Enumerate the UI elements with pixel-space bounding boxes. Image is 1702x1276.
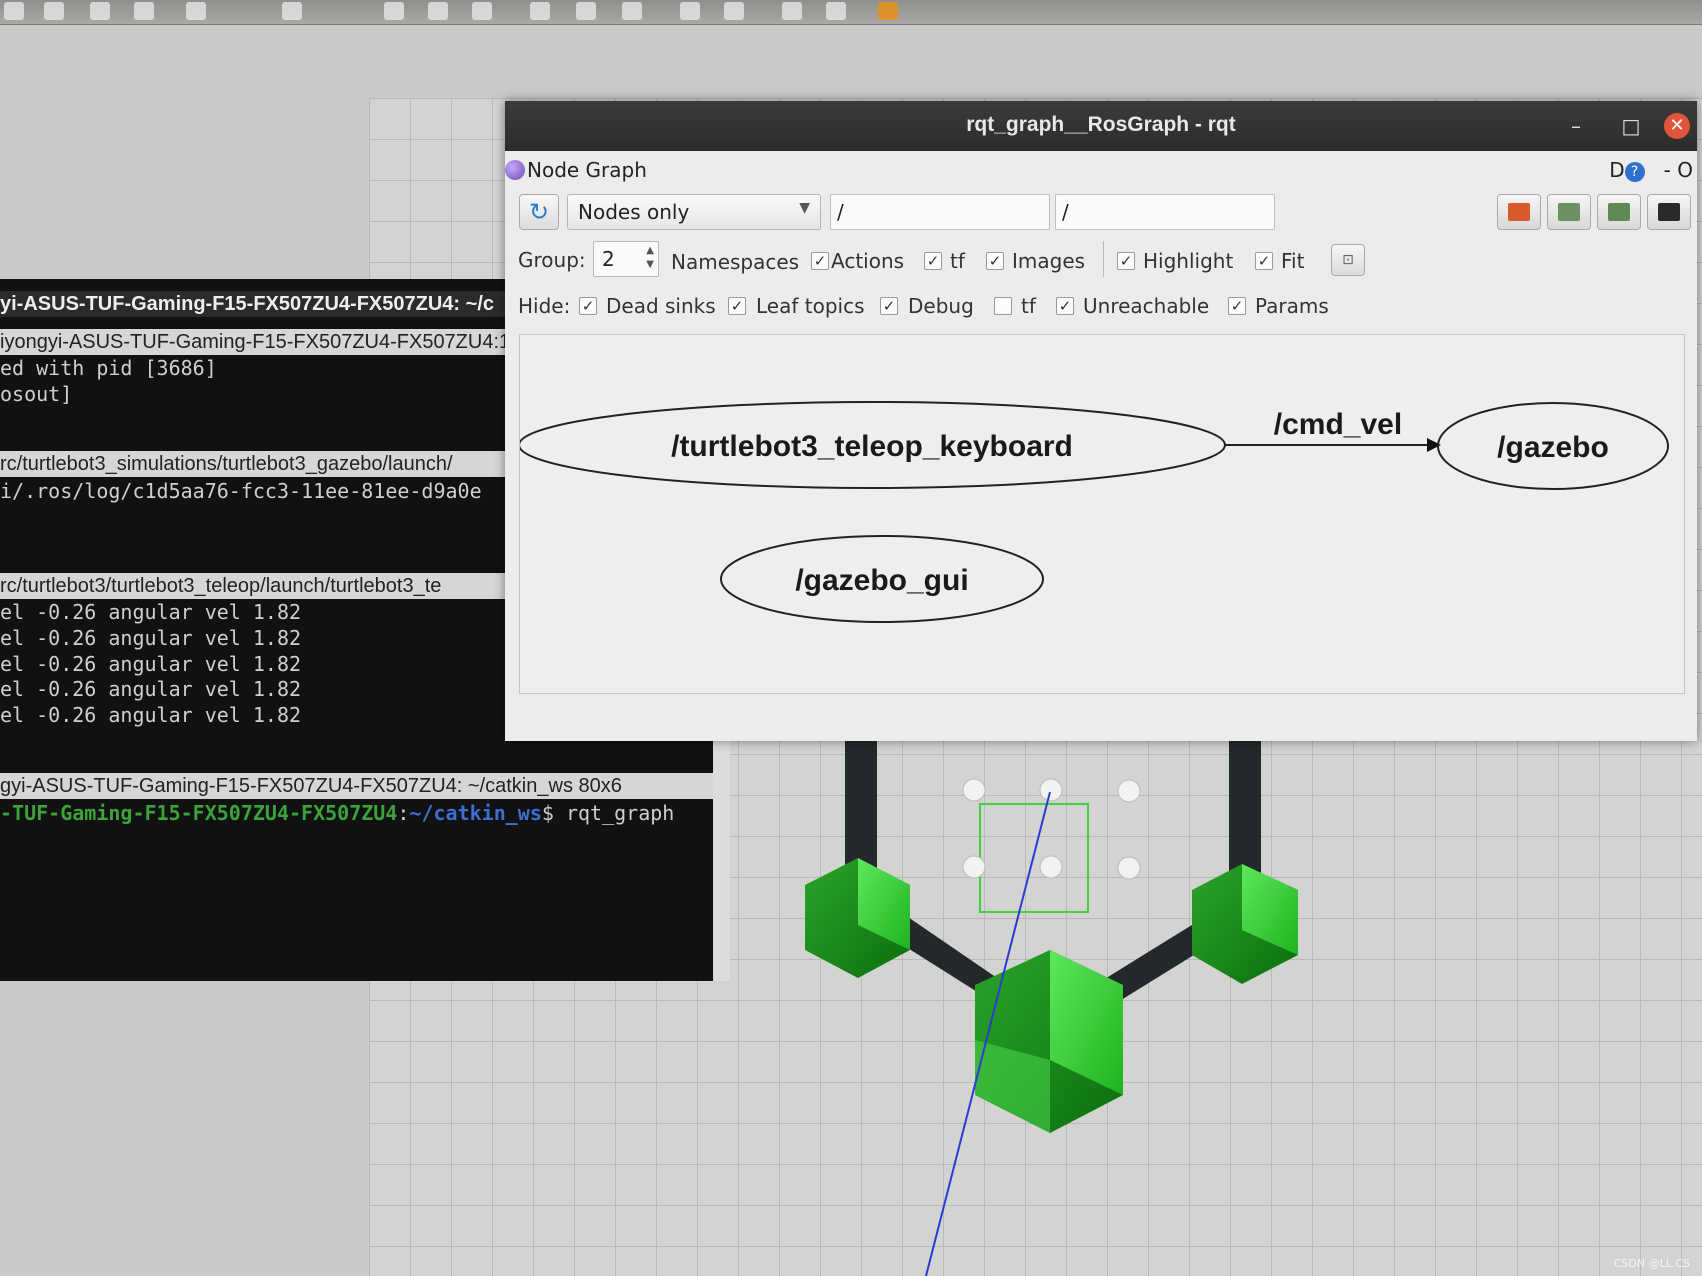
watermark: CSDN @LL.CS bbox=[1613, 1257, 1690, 1270]
save-svg-button[interactable] bbox=[1597, 194, 1641, 230]
debug-label: Debug bbox=[908, 294, 974, 318]
close-button[interactable]: ✕ bbox=[1664, 113, 1690, 139]
node-label: /gazebo_gui bbox=[795, 564, 968, 597]
manipulation-handles[interactable] bbox=[962, 778, 1141, 880]
dead-sinks-checkbox[interactable]: ✓ bbox=[579, 297, 597, 315]
edge-label: /cmd_vel bbox=[1274, 408, 1402, 441]
graph-node-gazebo-gui[interactable]: /gazebo_gui bbox=[720, 535, 1044, 623]
robot-wheel-right bbox=[1192, 864, 1298, 984]
unreachable-label: Unreachable bbox=[1083, 294, 1210, 318]
rqt-window[interactable]: rqt_graph__RosGraph - rqt – □ ✕ Node Gra… bbox=[505, 101, 1697, 741]
graph-node-teleop[interactable]: /turtlebot3_teleop_keyboard bbox=[518, 401, 1226, 489]
node-filter-value: / bbox=[837, 200, 844, 224]
screenshot-icon bbox=[1658, 203, 1680, 221]
highlight-checkbox[interactable]: ✓ bbox=[1117, 252, 1135, 270]
panel-minimize-button[interactable]: - bbox=[1664, 158, 1671, 182]
save-image-button[interactable] bbox=[1647, 194, 1691, 230]
namespaces-checkbox[interactable]: ✓ bbox=[811, 252, 829, 270]
load-dot-button[interactable] bbox=[1497, 194, 1541, 230]
prompt-path: ~/catkin_ws bbox=[409, 801, 542, 825]
window-title: rqt_graph__RosGraph - rqt bbox=[966, 113, 1236, 136]
params-label: Params bbox=[1255, 294, 1329, 318]
hide-label: Hide: bbox=[518, 294, 571, 318]
robot-wheel-left bbox=[805, 858, 910, 978]
robot-body-center bbox=[975, 950, 1123, 1133]
divider bbox=[1103, 241, 1104, 277]
minimize-button[interactable]: – bbox=[1563, 113, 1589, 139]
namespaces-label: Namespaces bbox=[671, 250, 800, 274]
terminal-pane-bar: gyi-ASUS-TUF-Gaming-F15-FX507ZU4-FX507ZU… bbox=[0, 773, 730, 799]
panel-title-text: Node Graph bbox=[527, 158, 647, 182]
tf-checkbox[interactable]: ✓ bbox=[986, 252, 1004, 270]
terminal-prompt[interactable]: -TUF-Gaming-F15-FX507ZU4-FX507ZU4:~/catk… bbox=[0, 800, 730, 826]
graph-mode-value: Nodes only bbox=[578, 200, 690, 224]
fit-view-icon: ⊡ bbox=[1342, 252, 1354, 268]
debug-checkbox[interactable]: ✓ bbox=[880, 297, 898, 315]
node-filter-input[interactable]: / bbox=[830, 194, 1050, 230]
graph-node-gazebo[interactable]: /gazebo bbox=[1437, 402, 1669, 490]
save-svg-icon bbox=[1608, 203, 1630, 221]
panel-close-button[interactable]: O bbox=[1677, 158, 1693, 182]
graph-mode-select[interactable]: Nodes only ▼ bbox=[567, 194, 821, 230]
refresh-icon: ↻ bbox=[528, 198, 550, 226]
panel-title: Node Graph bbox=[505, 157, 647, 183]
topic-filter-value: / bbox=[1062, 200, 1069, 224]
panel-controls: D? - O bbox=[1609, 158, 1693, 182]
node-graph-icon bbox=[505, 160, 525, 180]
node-label: /gazebo bbox=[1497, 431, 1609, 464]
graph-edge-cmd-vel[interactable]: /cmd_vel bbox=[1225, 408, 1441, 452]
prompt-separator: : bbox=[397, 801, 410, 825]
leaf-topics-label: Leaf topics bbox=[756, 294, 865, 318]
group-value: 2 bbox=[602, 247, 615, 271]
help-icon[interactable]: ? bbox=[1624, 162, 1645, 182]
leaf-topics-checkbox[interactable]: ✓ bbox=[728, 297, 746, 315]
prompt-host: -TUF-Gaming-F15-FX507ZU4-FX507ZU4 bbox=[0, 801, 398, 825]
robot-arm-right bbox=[1229, 740, 1261, 880]
rqt-titlebar[interactable]: rqt_graph__RosGraph - rqt – □ ✕ bbox=[505, 101, 1697, 151]
terminal-scrollbar[interactable] bbox=[713, 735, 730, 981]
fit-checkbox[interactable]: ✓ bbox=[1255, 252, 1273, 270]
chevron-down-icon: ▼ bbox=[799, 200, 810, 216]
prompt-command: $ rqt_graph bbox=[541, 801, 675, 825]
tf-label: tf bbox=[950, 249, 965, 273]
fit-in-view-button[interactable]: ⊡ bbox=[1331, 244, 1365, 276]
actions-label: Actions bbox=[831, 249, 905, 273]
actions-checkbox[interactable]: ✓ bbox=[924, 252, 942, 270]
images-label: Images bbox=[1012, 249, 1086, 273]
maximize-button[interactable]: □ bbox=[1618, 113, 1644, 139]
topic-filter-input[interactable]: / bbox=[1055, 194, 1275, 230]
group-label: Group: bbox=[518, 248, 586, 272]
hide-tf-checkbox[interactable] bbox=[994, 297, 1012, 315]
group-spinbox[interactable]: 2 ▲ ▼ bbox=[593, 241, 659, 277]
graph-canvas[interactable]: /turtlebot3_teleop_keyboard /cmd_vel /ga… bbox=[518, 334, 1685, 694]
node-label: /turtlebot3_teleop_keyboard bbox=[671, 430, 1073, 463]
folder-icon bbox=[1508, 203, 1530, 221]
save-image-icon bbox=[1558, 203, 1580, 221]
refresh-button[interactable]: ↻ bbox=[519, 194, 559, 230]
hide-tf-label: tf bbox=[1021, 294, 1036, 318]
save-dot-button[interactable] bbox=[1547, 194, 1591, 230]
dead-sinks-label: Dead sinks bbox=[606, 294, 716, 318]
params-checkbox[interactable]: ✓ bbox=[1228, 297, 1246, 315]
robot-arm-left bbox=[845, 740, 877, 880]
fit-label: Fit bbox=[1281, 249, 1305, 273]
dock-d-button[interactable]: D bbox=[1609, 158, 1624, 182]
spin-arrows-icon[interactable]: ▲ ▼ bbox=[646, 244, 654, 272]
highlight-label: Highlight bbox=[1143, 249, 1234, 273]
unreachable-checkbox[interactable]: ✓ bbox=[1056, 297, 1074, 315]
